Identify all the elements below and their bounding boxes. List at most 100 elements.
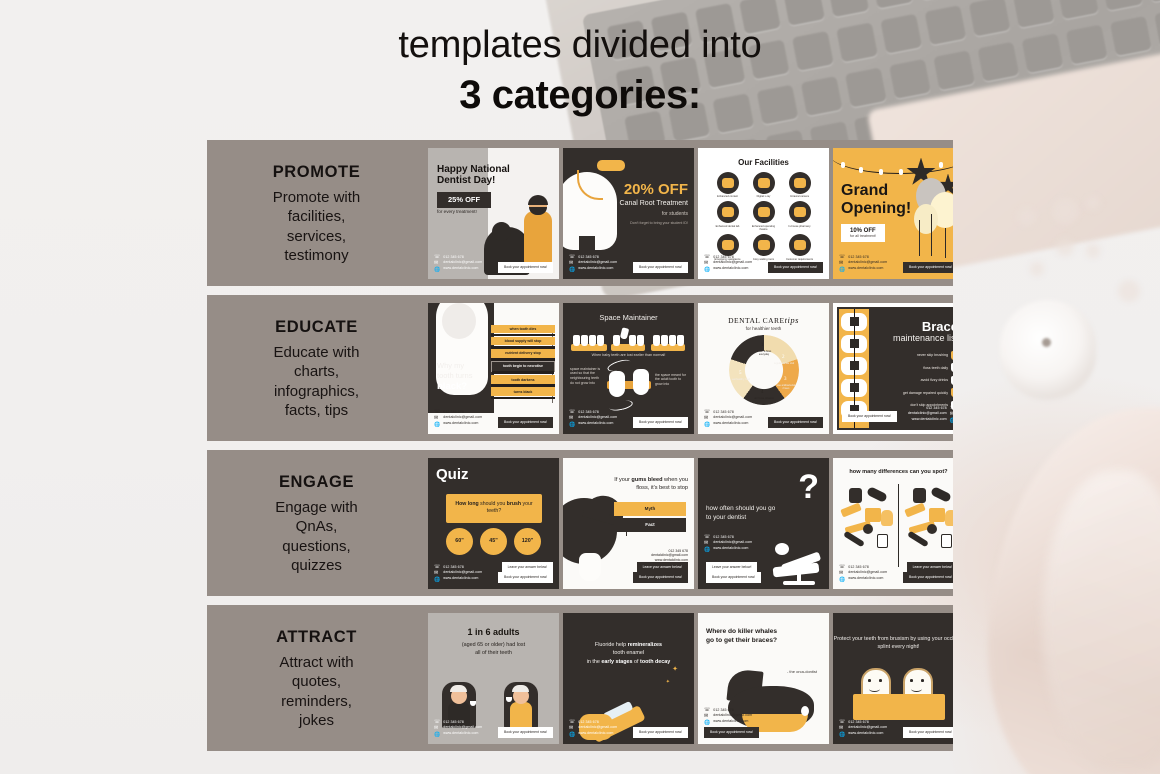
cta-button-secondary[interactable]: Leave your answer below! — [501, 562, 553, 573]
teacup-left — [470, 700, 476, 706]
cta-button[interactable]: Book your appointment now! — [706, 572, 761, 583]
card-contact-block: ☏ ✉ 🌐 012 345 678 dentalclinic@gmail.com w… — [434, 719, 482, 738]
mail-icon: ✉ — [949, 411, 953, 417]
audience-line: for students — [661, 210, 688, 217]
teeth-row-group — [651, 331, 687, 351]
sparkle-icon: ✦ — [665, 678, 670, 685]
cta-button[interactable]: Book your appointment now! — [704, 727, 759, 738]
divider — [898, 483, 900, 567]
maintenance-label: avoid fizzy drinks — [920, 378, 948, 383]
template-card-our-facilities[interactable]: Our Facilities Enhanced contact Digital x… — [698, 147, 829, 279]
template-card-dentist-day[interactable]: Happy National Dentist Day! 25% OFF for … — [428, 147, 559, 279]
option-myth[interactable]: Myth — [614, 501, 686, 516]
segment-label: don't use tobacco — [754, 396, 774, 400]
bracket-icon — [850, 338, 859, 348]
contact-icons: ☏ ✉ 🌐 — [839, 719, 845, 738]
cta-button[interactable]: Book your appointment now! — [768, 262, 823, 273]
cta-button[interactable]: Book your appointment now! — [633, 417, 688, 428]
category-row-engage[interactable]: ENGAGE Engage with QnAs, questions, quiz… — [207, 450, 953, 596]
teacup-right — [506, 696, 512, 702]
template-card-spot-differences[interactable]: how many differences can you spot? ☏ ✉ 🌐… — [833, 457, 953, 589]
card-contact-block: ☏ ✉ 🌐 012 345 678 dentalclinic@gmail.com w… — [434, 409, 482, 428]
cta-button[interactable]: Book your appointment now! — [498, 417, 553, 428]
template-card-one-in-six-adults[interactable]: 1 in 6 adults (aged 65 or older) had los… — [428, 612, 559, 744]
cta-button[interactable]: Book your appointment now! — [498, 727, 553, 738]
cta-button-secondary[interactable]: Leave your answer below! — [906, 562, 953, 573]
category-row-promote[interactable]: PROMOTE Promote with facilities, service… — [207, 140, 953, 286]
card-title: Brace — [921, 318, 953, 334]
candle-wick — [1042, 338, 1051, 347]
process-step: when tooth dies — [491, 324, 555, 337]
joke-line-2: go to get their braces? — [706, 637, 778, 645]
option-fact[interactable]: Fact — [614, 517, 686, 532]
contact-lines: 012 345 678 dentalclinic@gmail.com www.d… — [578, 410, 617, 426]
teeth-set — [573, 334, 604, 346]
quiz-option[interactable]: 45" — [480, 527, 507, 555]
contact-lines: 012 345 678 dentalclinic@gmail.com www.d… — [713, 410, 752, 426]
category-row-attract[interactable]: ATTRACT Attract with quotes, reminders, … — [207, 605, 953, 751]
quiz-question: How long should you brush your teeth? — [446, 493, 542, 524]
statement-bold-2: early stages — [601, 659, 633, 665]
tooth-icon — [633, 368, 649, 395]
template-card-killer-whale-joke[interactable]: Where do killer whales go to get their b… — [698, 612, 829, 744]
keyboard-key — [1057, 0, 1099, 20]
quiz-option[interactable]: 60" — [446, 527, 473, 555]
category-title: ENGAGE — [278, 473, 355, 492]
quiz-option[interactable]: 120" — [514, 527, 541, 555]
question-bold-1: How long — [455, 500, 479, 507]
cta-button[interactable]: Book your appointment now! — [633, 727, 688, 738]
category-description: Educate with charts, infographics, facts… — [273, 344, 360, 419]
template-card-bruxism-splint[interactable]: Protect your teeth from bruxism by using… — [833, 612, 953, 744]
cta-button-secondary[interactable]: Leave your answer below! — [706, 562, 758, 573]
template-card-quiz[interactable]: Quiz How long should you brush your teet… — [428, 457, 559, 589]
cta-button[interactable]: Book your appointment now! — [903, 572, 953, 583]
template-card-brace-maintenance[interactable]: Brace maintenance list never skip brushi… — [833, 302, 953, 434]
discount-headline: 20% OFF — [623, 180, 688, 198]
category-title: EDUCATE — [275, 318, 358, 337]
template-card-fluoride[interactable]: Fluoride help remineralizes tooth enamel… — [563, 612, 694, 744]
cta-button[interactable]: Book your appointment now! — [903, 727, 953, 738]
bulb-icon — [899, 168, 903, 175]
contact-phone: 012 345 678 — [848, 254, 869, 259]
category-label-attract: ATTRACT Attract with quotes, reminders, … — [207, 605, 426, 751]
contact-icons: ☏ ✉ 🌐 — [569, 254, 575, 273]
card-statement: Protect your teeth from bruxism by using… — [833, 635, 953, 651]
statement-part-3: in the — [586, 659, 602, 665]
template-card-space-maintainer[interactable]: Space Maintainer When baby teeth are los… — [563, 302, 694, 434]
category-description: Promote with facilities, services, testi… — [272, 189, 361, 264]
quiz-options: 60" 45" 120" — [446, 527, 541, 555]
template-card-dental-care-tips[interactable]: DENTAL CAREtips for healthier teeth 1 br… — [698, 302, 829, 434]
statement-part-1: Fluoride help — [594, 641, 628, 648]
cta-button[interactable]: Book your appointment now! — [633, 572, 688, 583]
title-main: DENTAL CARE — [728, 315, 785, 325]
dental-object — [849, 487, 862, 503]
cta-button[interactable]: Book your appointment now! — [903, 262, 953, 273]
dental-object — [941, 533, 952, 548]
cta-button[interactable]: Book your appointment now! — [498, 262, 553, 273]
contact-icons: ☏ ✉ 🌐 — [434, 254, 440, 273]
cta-button[interactable]: Book your appointment now! — [633, 262, 688, 273]
mail-icon: ✉ — [569, 260, 574, 266]
category-row-educate[interactable]: EDUCATE Educate with charts, infographic… — [207, 295, 953, 441]
tooth-icon — [661, 334, 668, 346]
template-card-canal-root[interactable]: 20% OFF Canal Root Treatment for student… — [563, 147, 694, 279]
cta-button[interactable]: Book your appointment now! — [842, 411, 897, 422]
template-card-how-often-dentist[interactable]: ? how often should you go to your dentis… — [698, 457, 829, 589]
contact-icons: ☏ ✉ 🌐 — [949, 405, 953, 424]
teeth-row-group — [571, 331, 609, 351]
card-subtitle: for every treatment! — [437, 208, 477, 214]
contact-lines: 012 345 678 dentalclinic@gmail.com www.d… — [713, 255, 752, 271]
facility-item: Enhanced contact — [712, 171, 743, 199]
cta-button-secondary[interactable]: Leave your answer below! — [636, 562, 688, 573]
contact-email: dentalclinic@gmail.com — [907, 411, 947, 416]
dentist-body — [524, 210, 552, 263]
tooth-icon — [579, 552, 601, 581]
template-card-gums-bleed[interactable]: If your gums bleed when you floss, it's … — [563, 457, 694, 589]
template-card-grand-opening[interactable]: Grand Opening! 10% OFF for all treatment… — [833, 147, 953, 279]
contact-lines: 012 345 678 dentalclinic@gmail.com www.d… — [848, 565, 887, 581]
cta-button[interactable]: Book your appointment now! — [498, 572, 553, 583]
template-card-tooth-turns-black[interactable]: Why my tooth turns black? when tooth die… — [428, 302, 559, 434]
cta-button[interactable]: Book your appointment now! — [768, 417, 823, 428]
card-contact-block: ☏ ✉ 🌐 012 345 678 dentalclinic@gmail.com w… — [569, 719, 617, 738]
chair-seat — [772, 562, 820, 577]
